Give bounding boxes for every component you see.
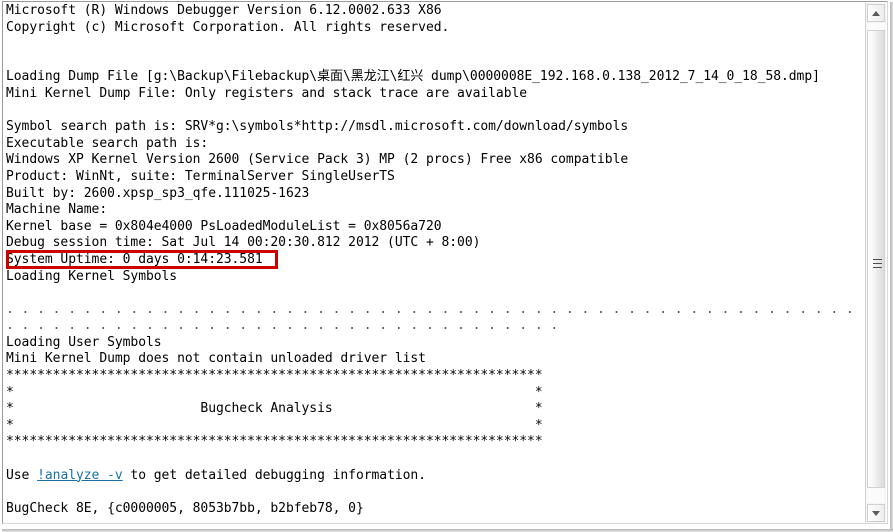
output-line-blank xyxy=(6,103,858,120)
output-line-blank xyxy=(6,517,858,523)
analyze-hint-line: Use !analyze -v to get detailed debuggin… xyxy=(6,468,858,485)
output-line-blank xyxy=(6,285,858,302)
output-line: Loading User Symbols xyxy=(6,334,162,350)
banner-border-line: ****************************************… xyxy=(6,368,543,384)
output-line-blank xyxy=(6,484,858,501)
output-line-blank xyxy=(6,451,858,468)
scroll-up-arrow-icon[interactable] xyxy=(867,4,885,22)
output-line: Mini Kernel Dump does not contain unload… xyxy=(6,351,426,367)
output-line: Microsoft (R) Windows Debugger Version 6… xyxy=(6,3,442,18)
output-line: Product: WinNt, suite: TerminalServer Si… xyxy=(6,168,395,184)
scrollbar-thumb[interactable] xyxy=(867,30,885,488)
output-line: Debug session time: Sat Jul 14 00:20:30.… xyxy=(6,235,481,251)
output-line: Machine Name: xyxy=(6,202,108,218)
symbol-progress-dots: . . . . . . . . . . . . . . . . . . . . … xyxy=(6,301,854,317)
debugger-window: Microsoft (R) Windows Debugger Version 6… xyxy=(0,0,893,532)
system-uptime-line: System Uptime: 0 days 0:14:23.581 xyxy=(6,251,263,267)
banner-side-line: * * xyxy=(6,417,543,433)
output-line: Windows XP Kernel Version 2600 (Service … xyxy=(6,152,629,168)
triangle-up-icon xyxy=(872,10,880,16)
vertical-scrollbar[interactable] xyxy=(865,3,886,523)
system-uptime-row: System Uptime: 0 days 0:14:23.581 xyxy=(6,249,858,269)
banner-side-line: * * xyxy=(6,384,543,400)
output-line: Kernel base = 0x804e4000 PsLoadedModuleL… xyxy=(6,218,442,234)
bugcheck-code-line: BugCheck 8E, {c0000005, 8053b7bb, b2bfeb… xyxy=(6,500,364,516)
analyze-hint-suffix: to get detailed debugging information. xyxy=(122,467,426,483)
analyze-hint-prefix: Use xyxy=(6,467,38,483)
symbol-search-path-line: Symbol search path is: SRV*g:\symbols*ht… xyxy=(6,119,629,135)
analyze-command-link[interactable]: !analyze -v xyxy=(37,468,123,483)
dump-file-path-line: Loading Dump File [g:\Backup\Filebackup\… xyxy=(6,69,820,85)
scroll-down-arrow-icon[interactable] xyxy=(867,504,885,522)
output-line: Built by: 2600.xpsp_sp3_qfe.111025-1623 xyxy=(6,185,310,201)
output-line: Executable search path is: xyxy=(6,135,209,151)
bugcheck-analysis-title: * Bugcheck Analysis * xyxy=(6,401,543,417)
command-output-pane[interactable]: Microsoft (R) Windows Debugger Version 6… xyxy=(6,3,858,523)
symbol-progress-dots: . . . . . . . . . . . . . . . . . . . . … xyxy=(6,318,559,334)
output-line-blank xyxy=(6,53,858,70)
triangle-down-icon xyxy=(872,510,880,516)
output-line: Mini Kernel Dump File: Only registers an… xyxy=(6,85,528,101)
scrollbar-grip-icon xyxy=(873,259,882,268)
banner-border-line: ****************************************… xyxy=(6,434,543,450)
output-line: Copyright (c) Microsoft Corporation. All… xyxy=(6,19,450,35)
output-line-blank xyxy=(6,36,858,53)
output-line: Loading Kernel Symbols xyxy=(6,268,178,284)
debugger-client-area: Microsoft (R) Windows Debugger Version 6… xyxy=(2,1,888,524)
